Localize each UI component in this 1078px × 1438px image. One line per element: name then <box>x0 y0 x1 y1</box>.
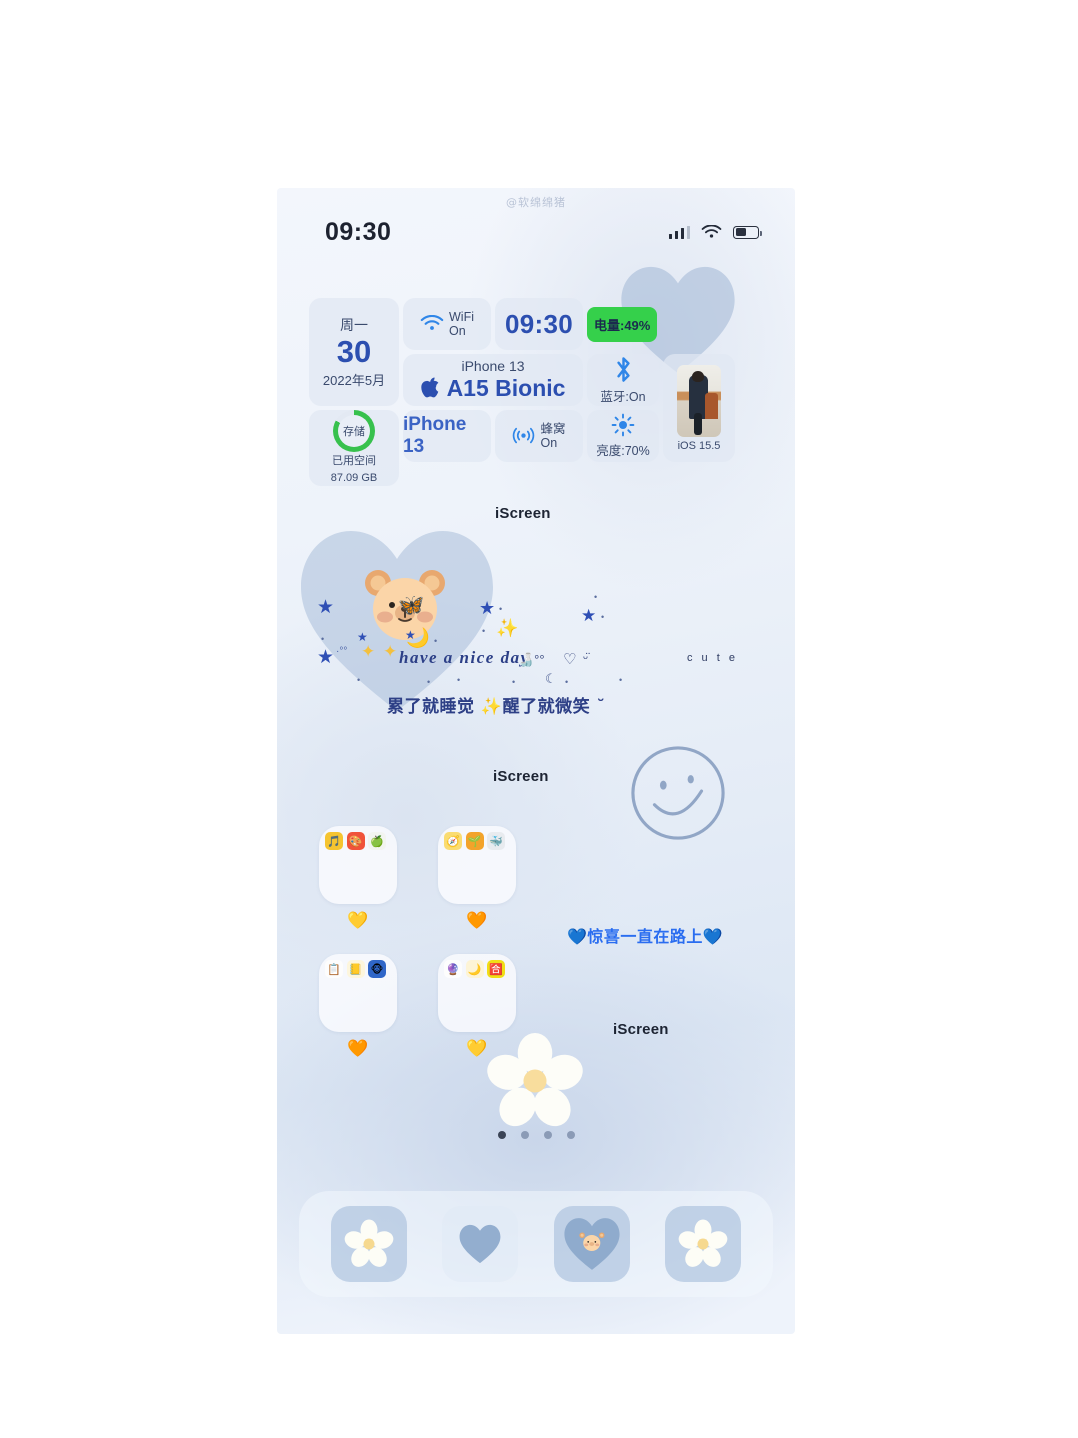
heart-outline-decoration: ♡ <box>563 651 577 668</box>
dock-app-bear[interactable] <box>553 1206 630 1282</box>
dot-decoration: • <box>499 604 503 614</box>
dot-decoration: • <box>619 675 623 685</box>
wifi-icon <box>701 224 722 238</box>
dot-decoration: • <box>594 592 598 602</box>
blue-heart-icon <box>459 1224 501 1264</box>
widget-date-month: 2022年5月 <box>322 372 386 388</box>
app-yellow-grid-icon[interactable]: 🈴 <box>487 960 505 978</box>
page-indicator[interactable] <box>277 1131 795 1139</box>
chinese-quote-text: 累了就睡觉 ✨醒了就微笑 ˘ <box>387 697 606 717</box>
dock-app-flower-1[interactable] <box>330 1206 407 1282</box>
folder-label-heart: 💛 <box>347 911 369 930</box>
brightness-sun-icon <box>611 413 635 437</box>
battery-percent-pill: 电量:49% <box>587 306 658 342</box>
white-flower-sticker <box>487 1033 583 1127</box>
status-bar-indicators <box>668 224 762 240</box>
crescent-moon-decoration: ☾ <box>545 671 557 686</box>
widget-brightness[interactable]: 亮度:70% <box>587 410 659 462</box>
widget-grid: 周一 30 2022年5月 存储 已用空间 87.09 GB WiFi On 0… <box>309 298 767 486</box>
app-folder[interactable]: 📋 📒 🐵 <box>319 954 397 1032</box>
widget-photo[interactable]: iOS 15.5 <box>663 354 735 462</box>
sparkle-decoration: ✨ <box>496 618 519 638</box>
app-notes-icon[interactable]: 📒 <box>346 960 365 978</box>
dock-app-flower-2[interactable] <box>665 1206 742 1282</box>
app-weibo-icon[interactable]: 🐵 <box>368 960 386 978</box>
folder-label-heart: 🧡 <box>466 911 488 930</box>
widget-wifi[interactable]: WiFi On <box>403 298 491 350</box>
app-checklist-icon[interactable]: 📋 <box>325 960 343 978</box>
white-flower-icon <box>678 1219 728 1267</box>
cute-text: c u t e <box>687 652 738 664</box>
bluetooth-icon <box>616 356 630 382</box>
page-dot-3[interactable] <box>543 1131 552 1139</box>
ios-version-caption: iOS 15.5 <box>677 439 721 452</box>
app-gradient-circle-icon[interactable]: 🔮 <box>444 960 462 978</box>
dot-decoration: • <box>512 677 516 687</box>
status-bar: 09:30 <box>277 216 795 248</box>
apple-logo-icon <box>420 377 438 398</box>
iscreen-label-1: iScreen <box>495 505 551 522</box>
app-moon-icon[interactable]: 🌙 <box>465 960 484 978</box>
cellular-antenna-icon <box>513 427 535 443</box>
app-folder[interactable]: 🧭 🌱 🐳 <box>438 826 516 904</box>
wifi-state: On <box>449 324 466 338</box>
wifi-icon <box>420 315 444 330</box>
widget-bluetooth[interactable]: 蓝牙:On <box>587 354 659 406</box>
smiley-small-decoration: ᵕ̈ <box>583 650 588 665</box>
folder-label-heart: 🧡 <box>347 1039 369 1058</box>
storage-value: 87.09 GB <box>330 471 378 484</box>
app-yellow-green-icon[interactable]: 🍏 <box>368 832 386 850</box>
bluetooth-state: 蓝牙:On <box>600 389 646 404</box>
watermark-text: @软绵绵猪 <box>506 196 566 209</box>
have-a-nice-day-text: have a nice day <box>399 648 530 667</box>
widget-date[interactable]: 周一 30 2022年5月 <box>309 298 399 406</box>
app-folder[interactable]: 🔮 🌙 🈴 <box>438 954 516 1032</box>
storage-ring-label: 存储 <box>343 426 365 438</box>
app-redbook-icon[interactable]: 🎨 <box>346 832 365 850</box>
dock-app-heart[interactable] <box>442 1206 519 1282</box>
brightness-value: 亮度:70% <box>596 444 650 458</box>
bear-face-sticker <box>365 570 445 640</box>
storage-caption: 已用空间 <box>332 455 376 467</box>
app-blue-character-icon[interactable]: 🐳 <box>487 832 505 850</box>
dock <box>299 1191 773 1297</box>
cellular-signal-icon <box>668 225 690 239</box>
blue-heart-quote-text: 💙惊喜一直在路上💙 <box>567 927 724 946</box>
app-folder[interactable]: 🎵 🎨 🍏 <box>319 826 397 904</box>
wifi-label: WiFi <box>449 309 474 324</box>
iscreen-label-2: iScreen <box>493 768 549 785</box>
app-sprout-icon[interactable]: 🌱 <box>465 832 484 850</box>
page-dot-1[interactable] <box>497 1131 506 1139</box>
widget-storage[interactable]: 存储 已用空间 87.09 GB <box>309 410 399 486</box>
app-kugou-icon[interactable]: 🎵 <box>325 832 343 850</box>
widget-chip[interactable]: iPhone 13 A15 Bionic <box>403 354 583 406</box>
bear-in-heart-icon <box>564 1218 620 1270</box>
phone-home-screen: @软绵绵猪 09:30 周一 30 2022年5月 存储 已用空间 87.09 … <box>277 188 795 1334</box>
smiley-face-outline <box>631 746 725 840</box>
dot-decoration: • <box>601 612 605 622</box>
cellular-label: 蜂窝 <box>540 421 566 436</box>
dot-decoration: • <box>565 677 569 687</box>
cellular-state: On <box>540 436 558 450</box>
widget-date-weekday: 周一 <box>340 317 368 334</box>
iscreen-label-3: iScreen <box>613 1021 669 1038</box>
white-flower-icon <box>344 1219 394 1267</box>
app-compass-icon[interactable]: 🧭 <box>444 832 462 850</box>
widget-chip-name: A15 Bionic <box>446 375 566 401</box>
widget-clock[interactable]: 09:30 <box>495 298 583 350</box>
widget-cellular[interactable]: 蜂窝 On <box>495 410 583 462</box>
widget-date-day: 30 <box>336 334 372 370</box>
widget-battery[interactable]: 电量:49% <box>587 298 735 350</box>
photo-thumbnail <box>677 364 721 437</box>
status-bar-time: 09:30 <box>325 217 392 246</box>
page-dot-2[interactable] <box>520 1131 529 1139</box>
page-dot-4[interactable] <box>566 1131 575 1139</box>
storage-ring-icon: 存储 <box>333 410 375 452</box>
battery-icon <box>733 225 762 239</box>
widget-model[interactable]: iPhone 13 <box>403 410 491 462</box>
star-decoration: ★ <box>581 606 597 625</box>
widget-chip-model: iPhone 13 <box>461 358 525 374</box>
